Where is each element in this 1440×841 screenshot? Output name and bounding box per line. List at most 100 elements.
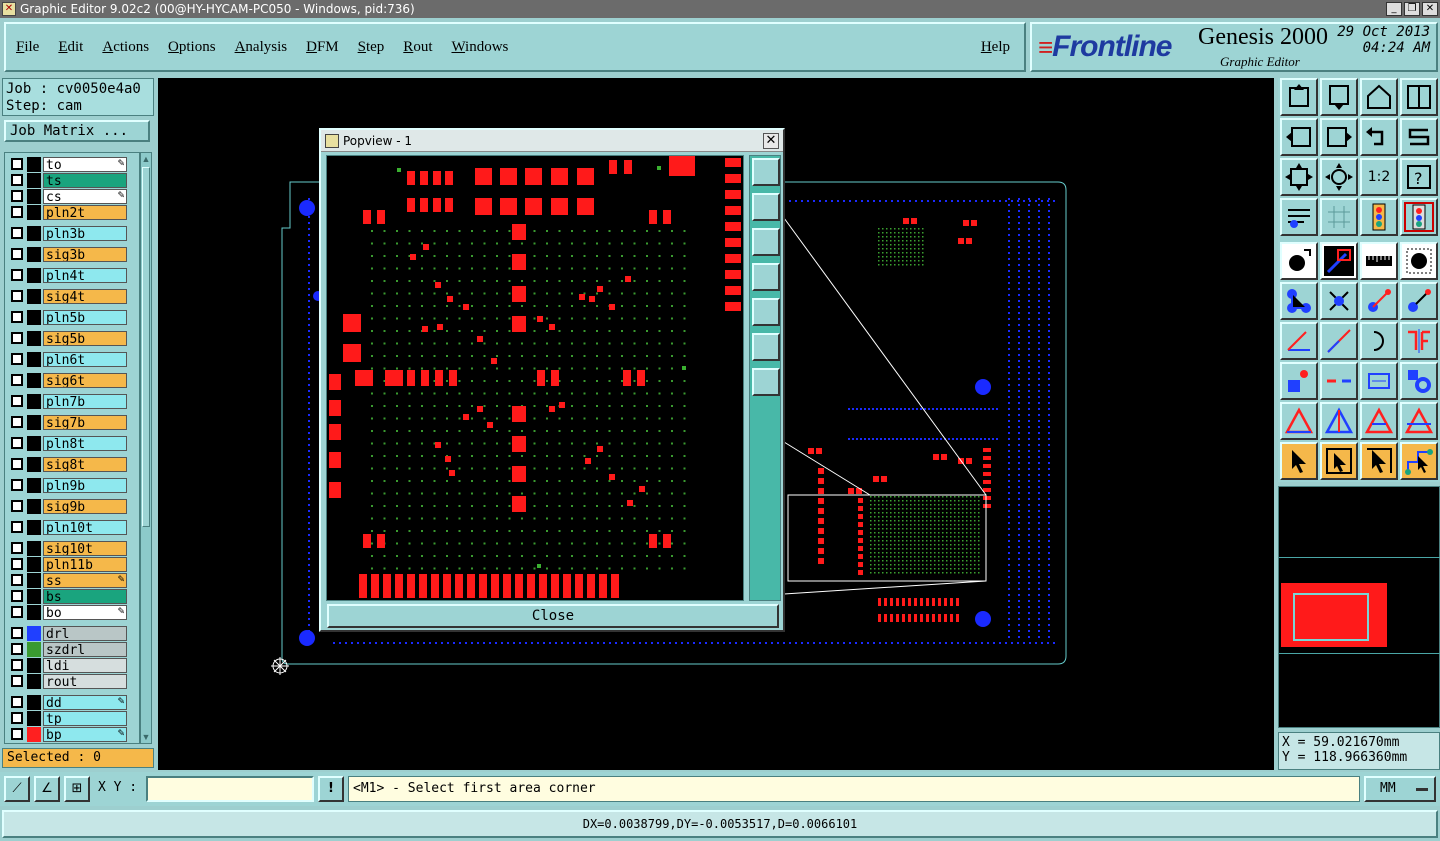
- connect-nodes-icon[interactable]: [1280, 282, 1318, 320]
- pan-right-tool[interactable]: [1320, 118, 1358, 156]
- split-view-icon[interactable]: [1400, 78, 1438, 116]
- snap-angle-icon[interactable]: ∠: [34, 776, 60, 802]
- layer-row-bs[interactable]: bs: [7, 589, 127, 604]
- add-text-icon[interactable]: [1280, 362, 1318, 400]
- pad-group-icon[interactable]: [1400, 362, 1438, 400]
- layer-checkbox[interactable]: [11, 158, 23, 170]
- layer-color-swatch[interactable]: [27, 373, 41, 388]
- menu-dfm[interactable]: DFM: [306, 39, 339, 56]
- layer-row-pln10t[interactable]: pln10t: [7, 520, 127, 535]
- layer-checkbox[interactable]: [11, 269, 23, 281]
- layer-row-szdrl[interactable]: szdrl: [7, 642, 127, 657]
- menu-file[interactable]: File: [16, 39, 39, 56]
- layer-scrollbar[interactable]: ▲ ▼: [140, 152, 152, 744]
- menu-options[interactable]: Options: [168, 39, 216, 56]
- layer-name[interactable]: sig7b: [43, 415, 127, 430]
- layer-color-swatch[interactable]: [27, 331, 41, 346]
- units-select[interactable]: MM: [1364, 776, 1436, 802]
- popview-close-button[interactable]: Close: [327, 604, 779, 628]
- pop-pan-up-icon[interactable]: [752, 193, 780, 221]
- layer-checkbox[interactable]: [11, 479, 23, 491]
- layer-row-pln6t[interactable]: pln6t: [7, 352, 127, 367]
- layer-name[interactable]: pln9b: [43, 478, 127, 493]
- triangle-fill-icon[interactable]: [1360, 402, 1398, 440]
- select-box-icon[interactable]: [1320, 442, 1358, 480]
- layer-color-swatch[interactable]: [27, 642, 41, 657]
- layer-color-swatch[interactable]: [27, 727, 41, 742]
- layer-color-swatch[interactable]: [27, 173, 41, 188]
- layer-color-swatch[interactable]: [27, 310, 41, 325]
- pop-pan-down-icon[interactable]: [752, 228, 780, 256]
- layer-name[interactable]: sig5b: [43, 331, 127, 346]
- overview-panel[interactable]: [1278, 486, 1440, 728]
- layer-row-pln3b[interactable]: pln3b: [7, 226, 127, 241]
- layer-row-pln2t[interactable]: pln2t: [7, 205, 127, 220]
- layer-row-sig3b[interactable]: sig3b: [7, 247, 127, 262]
- layer-checkbox[interactable]: [11, 395, 23, 407]
- layer-color-swatch[interactable]: [27, 289, 41, 304]
- layer-checkbox[interactable]: [11, 290, 23, 302]
- menu-help[interactable]: Help: [981, 39, 1010, 56]
- layer-checkbox[interactable]: [11, 574, 23, 586]
- home-icon[interactable]: [1360, 78, 1398, 116]
- layer-name[interactable]: pln8t: [43, 436, 127, 451]
- layer-name[interactable]: pln4t: [43, 268, 127, 283]
- pop-zoom-in-icon[interactable]: [752, 333, 780, 361]
- layer-color-swatch[interactable]: [27, 226, 41, 241]
- redo-view-icon[interactable]: [1400, 118, 1438, 156]
- layer-color-swatch[interactable]: [27, 674, 41, 689]
- highlight-layers-red-icon[interactable]: [1400, 198, 1438, 236]
- layer-settings-icon[interactable]: [1280, 198, 1318, 236]
- snap-center-icon[interactable]: ⊞: [64, 776, 90, 802]
- menu-actions[interactable]: Actions: [102, 39, 149, 56]
- scroll-up-arrow[interactable]: ▲: [141, 153, 151, 165]
- mirror-icon[interactable]: [1400, 322, 1438, 360]
- angle-line-icon[interactable]: [1280, 322, 1318, 360]
- layer-color-swatch[interactable]: [27, 478, 41, 493]
- pan-up-tool[interactable]: [1280, 78, 1318, 116]
- grid-icon[interactable]: [1320, 198, 1358, 236]
- layer-row-tp[interactable]: tp: [7, 711, 127, 726]
- pan-left-tool[interactable]: [1280, 118, 1318, 156]
- layer-checkbox[interactable]: [11, 353, 23, 365]
- overview-viewport[interactable]: [1293, 593, 1369, 641]
- layer-name[interactable]: rout: [43, 674, 127, 689]
- layer-row-drl[interactable]: drl: [7, 626, 127, 641]
- layer-checkbox[interactable]: [11, 437, 23, 449]
- layer-color-swatch[interactable]: [27, 415, 41, 430]
- layer-color-swatch[interactable]: [27, 157, 41, 172]
- layer-row-sig5b[interactable]: sig5b: [7, 331, 127, 346]
- layer-row-pln4t[interactable]: pln4t: [7, 268, 127, 283]
- layer-checkbox[interactable]: [11, 627, 23, 639]
- layer-checkbox[interactable]: [11, 542, 23, 554]
- layer-color-swatch[interactable]: [27, 457, 41, 472]
- layer-name[interactable]: ldi: [43, 658, 127, 673]
- zoom-center-icon[interactable]: [1320, 158, 1358, 196]
- layer-name[interactable]: pln5b: [43, 310, 127, 325]
- layer-name[interactable]: bo: [43, 605, 127, 620]
- triangle-select-icon[interactable]: [1280, 402, 1318, 440]
- break-line-icon[interactable]: [1320, 362, 1358, 400]
- layer-color-swatch[interactable]: [27, 658, 41, 673]
- popview-canvas[interactable]: [326, 155, 744, 601]
- layer-color-swatch[interactable]: [27, 557, 41, 572]
- layer-row-ts[interactable]: ts: [7, 173, 127, 188]
- layer-name[interactable]: to: [43, 157, 127, 172]
- pop-zoom-window-icon[interactable]: [752, 158, 780, 186]
- layer-checkbox[interactable]: [11, 248, 23, 260]
- layer-name[interactable]: pln10t: [43, 520, 127, 535]
- select-polygon-icon[interactable]: [1360, 442, 1398, 480]
- layer-name[interactable]: sig8t: [43, 457, 127, 472]
- layer-name[interactable]: sig3b: [43, 247, 127, 262]
- layer-checkbox[interactable]: [11, 558, 23, 570]
- layer-row-sig9b[interactable]: sig9b: [7, 499, 127, 514]
- layer-row-pln9b[interactable]: pln9b: [7, 478, 127, 493]
- layer-row-pln8t[interactable]: pln8t: [7, 436, 127, 451]
- layer-checkbox[interactable]: [11, 675, 23, 687]
- layer-name[interactable]: pln2t: [43, 205, 127, 220]
- layer-row-pln11b[interactable]: pln11b: [7, 557, 127, 572]
- layer-row-pln5b[interactable]: pln5b: [7, 310, 127, 325]
- layer-color-swatch[interactable]: [27, 205, 41, 220]
- layer-name[interactable]: sig9b: [43, 499, 127, 514]
- triangle-contour-icon[interactable]: [1400, 402, 1438, 440]
